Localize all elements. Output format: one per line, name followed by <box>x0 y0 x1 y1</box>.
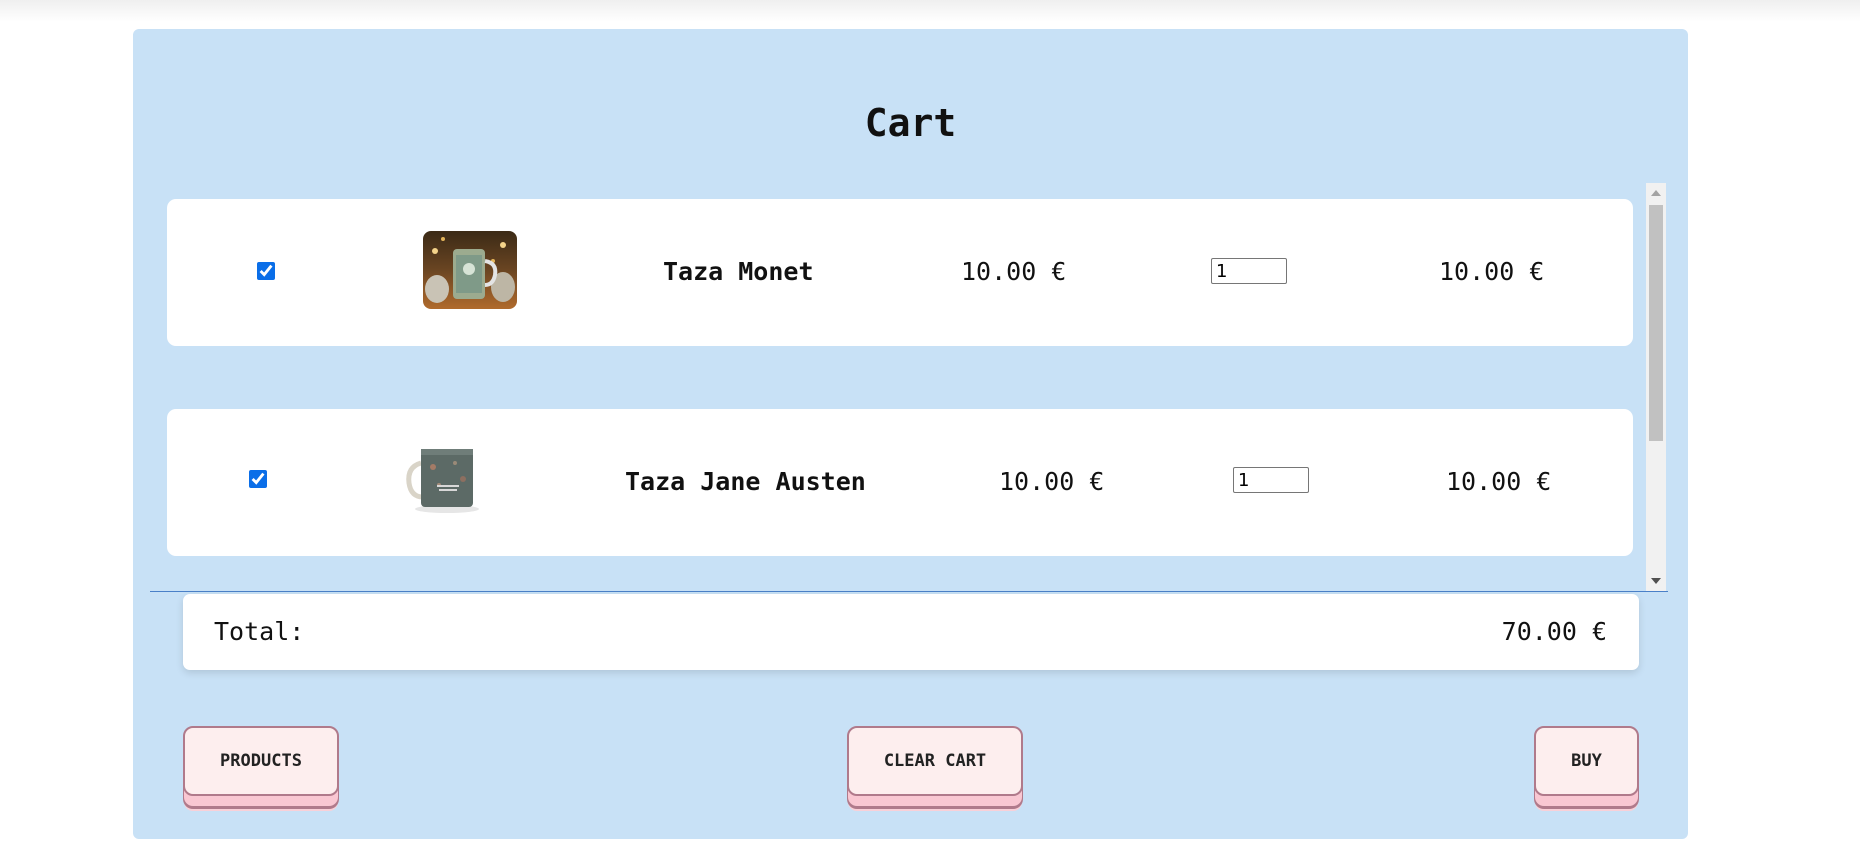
scroll-up-icon[interactable] <box>1651 190 1661 196</box>
product-name[interactable]: Taza Jane Austen <box>625 467 866 496</box>
scrollbar-thumb[interactable] <box>1649 205 1663 441</box>
quantity-input[interactable] <box>1233 467 1309 493</box>
scrollbar[interactable] <box>1646 183 1666 591</box>
total-value: 70.00 € <box>1501 617 1607 646</box>
cart-item: Taza Monet 10.00 € 10.00 € <box>167 199 1633 346</box>
cart-items-list[interactable]: Taza Monet 10.00 € 10.00 € <box>150 183 1668 592</box>
item-select-checkbox[interactable] <box>257 262 275 280</box>
scroll-down-icon[interactable] <box>1651 578 1661 584</box>
quantity-input[interactable] <box>1211 258 1287 284</box>
cart-item: Taza Jane Austen 10.00 € 10.00 € <box>167 409 1633 556</box>
clear-cart-button[interactable]: CLEAR CART <box>847 726 1023 796</box>
unit-price: 10.00 € <box>961 257 1067 286</box>
page-title: Cart <box>864 101 957 145</box>
buy-button[interactable]: BUY <box>1534 726 1639 796</box>
item-subtotal: 10.00 € <box>1439 257 1545 286</box>
mug-photo-icon <box>403 439 491 517</box>
total-label: Total: <box>214 617 305 646</box>
product-image <box>403 439 491 517</box>
unit-price: 10.00 € <box>999 467 1105 496</box>
cart-panel: Cart Taza Monet 10.00 € 1 10.00 € Taza J… <box>133 29 1688 839</box>
browser-top-shade <box>0 0 1860 22</box>
item-subtotal: 10.00 € <box>1446 467 1552 496</box>
mug-photo-icon <box>423 231 517 309</box>
total-summary: Total: 70.00 € <box>183 594 1639 670</box>
item-select-checkbox[interactable] <box>249 470 267 488</box>
products-button[interactable]: PRODUCTS <box>183 726 339 796</box>
product-name[interactable]: Taza Monet <box>663 257 814 286</box>
product-image <box>423 231 517 309</box>
